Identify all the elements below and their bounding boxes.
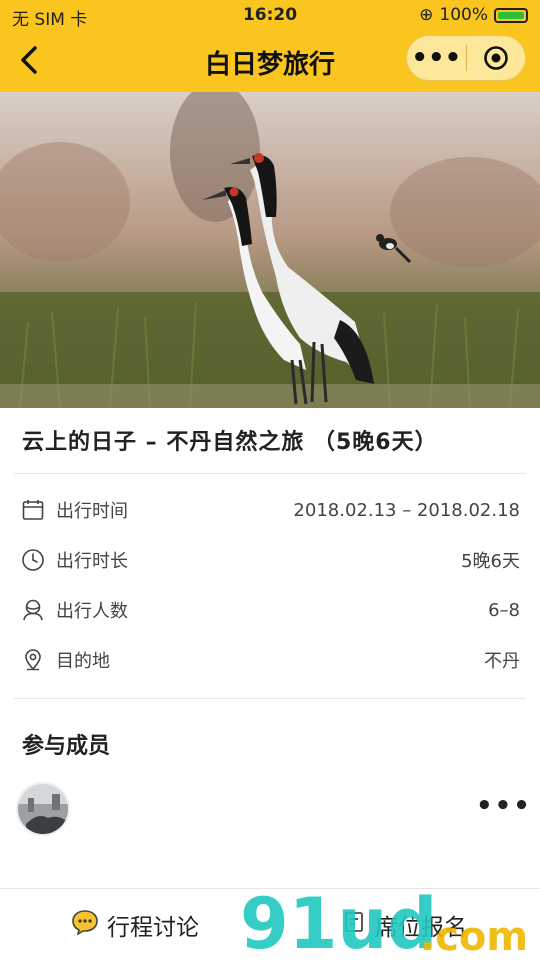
signup-label: 席位报名: [375, 914, 467, 941]
detail-label: 目的地: [56, 651, 110, 672]
detail-label: 出行人数: [56, 601, 128, 622]
detail-label: 出行时间: [56, 501, 128, 522]
detail-row-duration: 出行时长 5晚6天: [20, 540, 520, 580]
detail-value: 6–8: [488, 599, 520, 621]
location-pin-icon: [20, 647, 46, 673]
signup-button[interactable]: 席位报名: [270, 889, 540, 960]
discuss-label: 行程讨论: [107, 914, 199, 941]
lock-rotation-icon: ⊕: [419, 5, 434, 25]
ellipsis-icon[interactable]: •••: [476, 793, 532, 819]
detail-row-date: 出行时间 2018.02.13 – 2018.02.18: [20, 490, 520, 530]
mini-program-capsule: •••: [406, 35, 526, 81]
ellipsis-icon[interactable]: •••: [407, 45, 466, 71]
bottom-action-bar: 行程讨论 席位报名: [0, 888, 540, 960]
discuss-button[interactable]: 行程讨论: [0, 889, 270, 960]
detail-row-people: 出行人数 6–8: [20, 590, 520, 630]
people-icon: [20, 597, 46, 623]
status-right: ⊕ 100%: [419, 5, 528, 25]
hero-photo-cranes: [0, 92, 540, 408]
detail-value: 2018.02.13 – 2018.02.18: [293, 499, 520, 521]
signup-form-icon: [343, 910, 367, 940]
divider: [14, 698, 526, 699]
avatar[interactable]: [16, 782, 70, 836]
nav-bar: 白日梦旅行 •••: [0, 30, 540, 92]
divider: [14, 473, 526, 474]
detail-row-destination: 目的地 不丹: [20, 640, 520, 680]
clock-icon: [20, 547, 46, 573]
battery-icon: [494, 7, 528, 23]
chat-bubble-icon: [71, 909, 99, 941]
status-bar: 无 SIM 卡 16:20 ⊕ 100%: [0, 0, 540, 30]
battery-percent: 100%: [439, 5, 488, 25]
trip-title: 云上的日子 – 不丹自然之旅 （5晚6天）: [22, 430, 438, 455]
members-title: 参与成员: [22, 734, 111, 759]
detail-value: 不丹: [484, 651, 520, 672]
calendar-icon: [20, 497, 46, 523]
detail-label: 出行时长: [56, 551, 128, 572]
target-icon[interactable]: [466, 45, 525, 71]
detail-value: 5晚6天: [461, 551, 520, 572]
